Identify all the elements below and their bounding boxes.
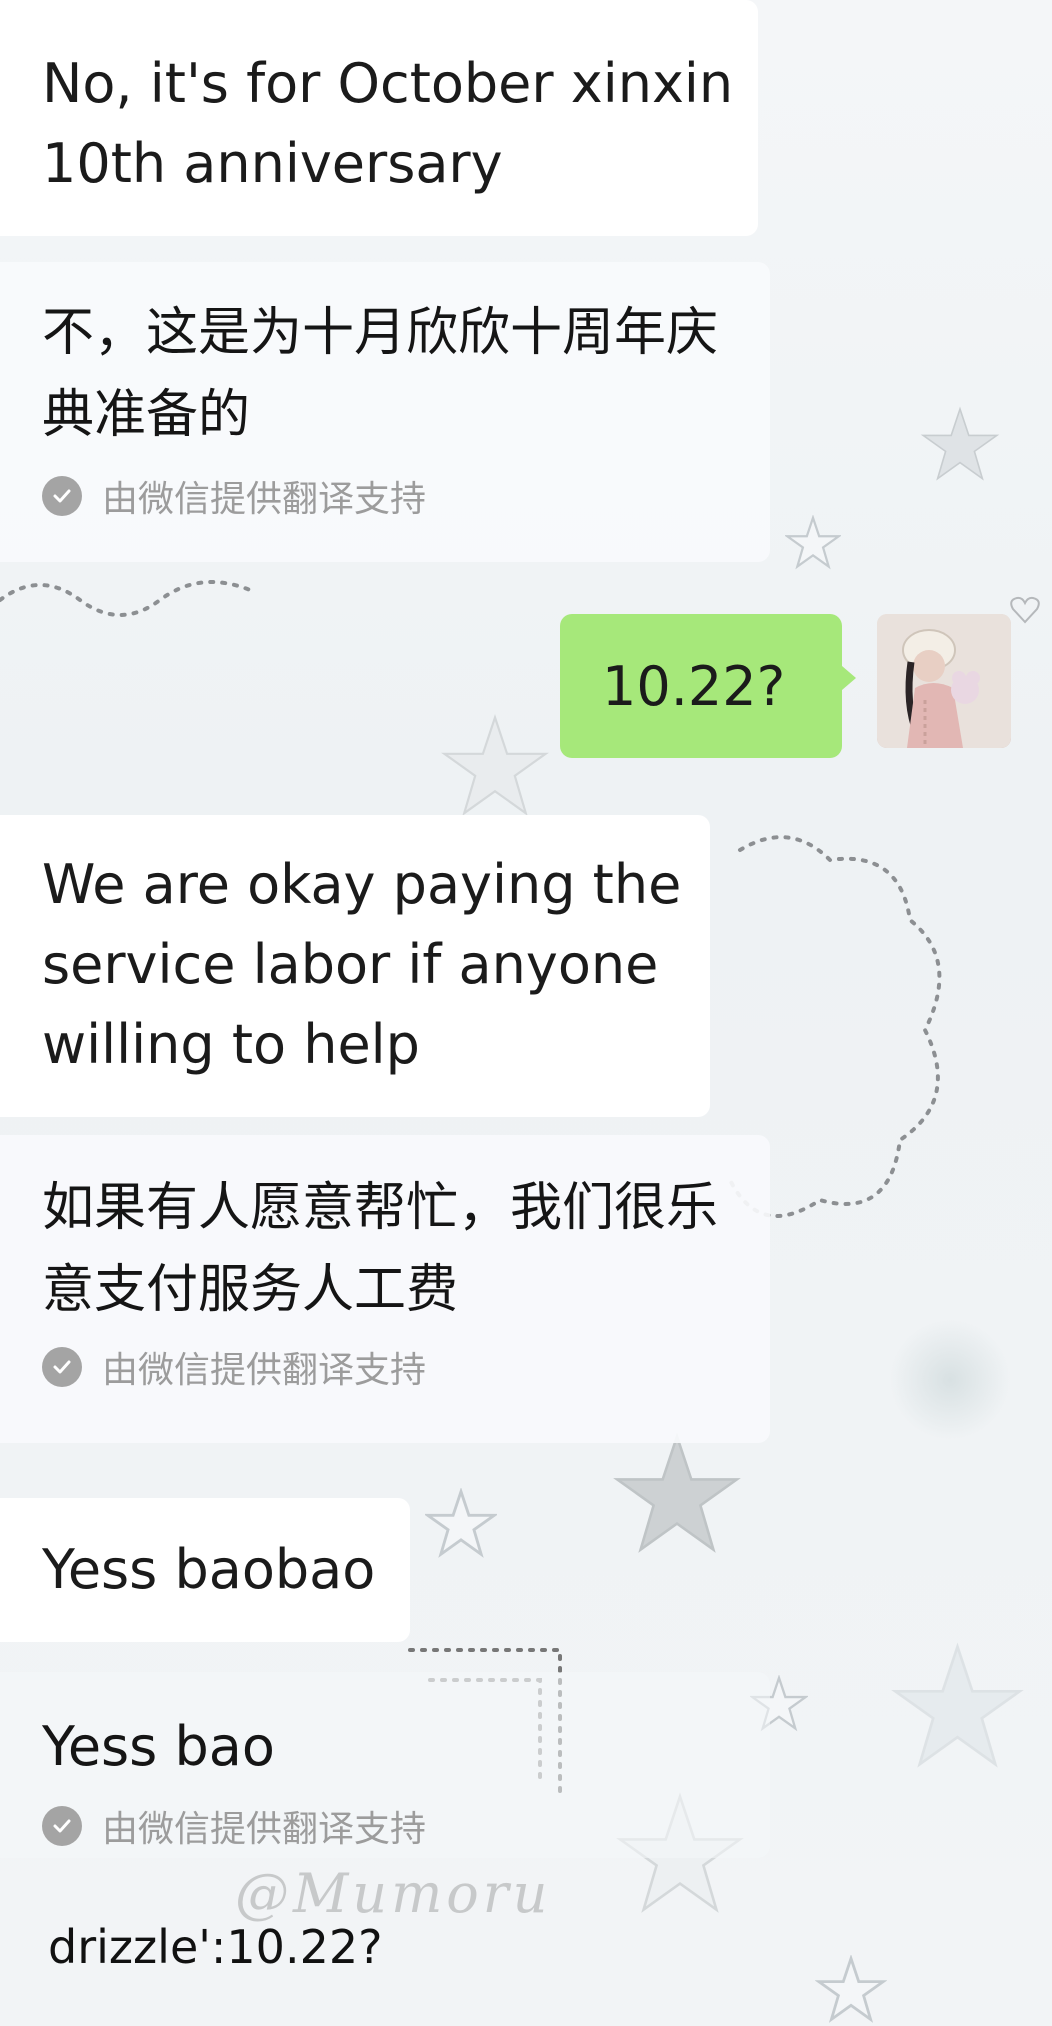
user-avatar[interactable] [877, 614, 1011, 748]
message-text: No, it's for October xinxin 10th anniver… [42, 52, 734, 195]
caption-text: drizzle':10.22? [48, 1920, 383, 1974]
translation-credit: 由微信提供翻译支持 [42, 1800, 770, 1852]
translation-credit-text: 由微信提供翻译支持 [102, 1809, 427, 1850]
message-text: Yess baobao [42, 1538, 376, 1601]
translation-text: 不，这是为十月欣欣十周年庆典准备的 [42, 303, 719, 445]
translation-credit: 由微信提供翻译支持 [42, 470, 730, 522]
translation-text: 如果有人愿意帮忙，我们很乐意支付服务人工费 [42, 1178, 719, 1320]
watermark: @Mumoru [235, 1862, 552, 1925]
star-decoration [430, 712, 560, 822]
translation-card[interactable]: 不，这是为十月欣欣十周年庆典准备的 由微信提供翻译支持 [0, 262, 770, 562]
star-decoration [425, 1488, 497, 1560]
heart-decoration [1010, 596, 1040, 624]
incoming-message-bubble[interactable]: We are okay paying the service labor if … [0, 815, 710, 1117]
translation-credit-text: 由微信提供翻译支持 [102, 479, 427, 520]
star-decoration [890, 1640, 1025, 1775]
check-circle-icon [42, 1806, 82, 1846]
star-decoration [815, 1955, 887, 2025]
outgoing-message-bubble[interactable]: 10.22? [560, 614, 856, 758]
incoming-message-bubble[interactable]: Yess baobao [0, 1498, 410, 1642]
message-text: We are okay paying the service labor if … [42, 853, 682, 1076]
star-decoration [785, 515, 841, 571]
translation-credit: 由微信提供翻译支持 [42, 1341, 730, 1393]
translation-card[interactable]: Yess bao 由微信提供翻译支持 [0, 1672, 770, 1858]
star-decoration [920, 405, 1000, 485]
message-text: 10.22? [602, 654, 786, 718]
incoming-message-bubble[interactable]: No, it's for October xinxin 10th anniver… [0, 0, 758, 236]
translation-card[interactable]: 如果有人愿意帮忙，我们很乐意支付服务人工费 由微信提供翻译支持 [0, 1135, 770, 1443]
translation-credit-text: 由微信提供翻译支持 [102, 1350, 427, 1391]
check-circle-icon [42, 476, 82, 516]
star-decoration [612, 1430, 742, 1560]
check-circle-icon [42, 1347, 82, 1387]
translation-text: Yess bao [42, 1715, 275, 1778]
